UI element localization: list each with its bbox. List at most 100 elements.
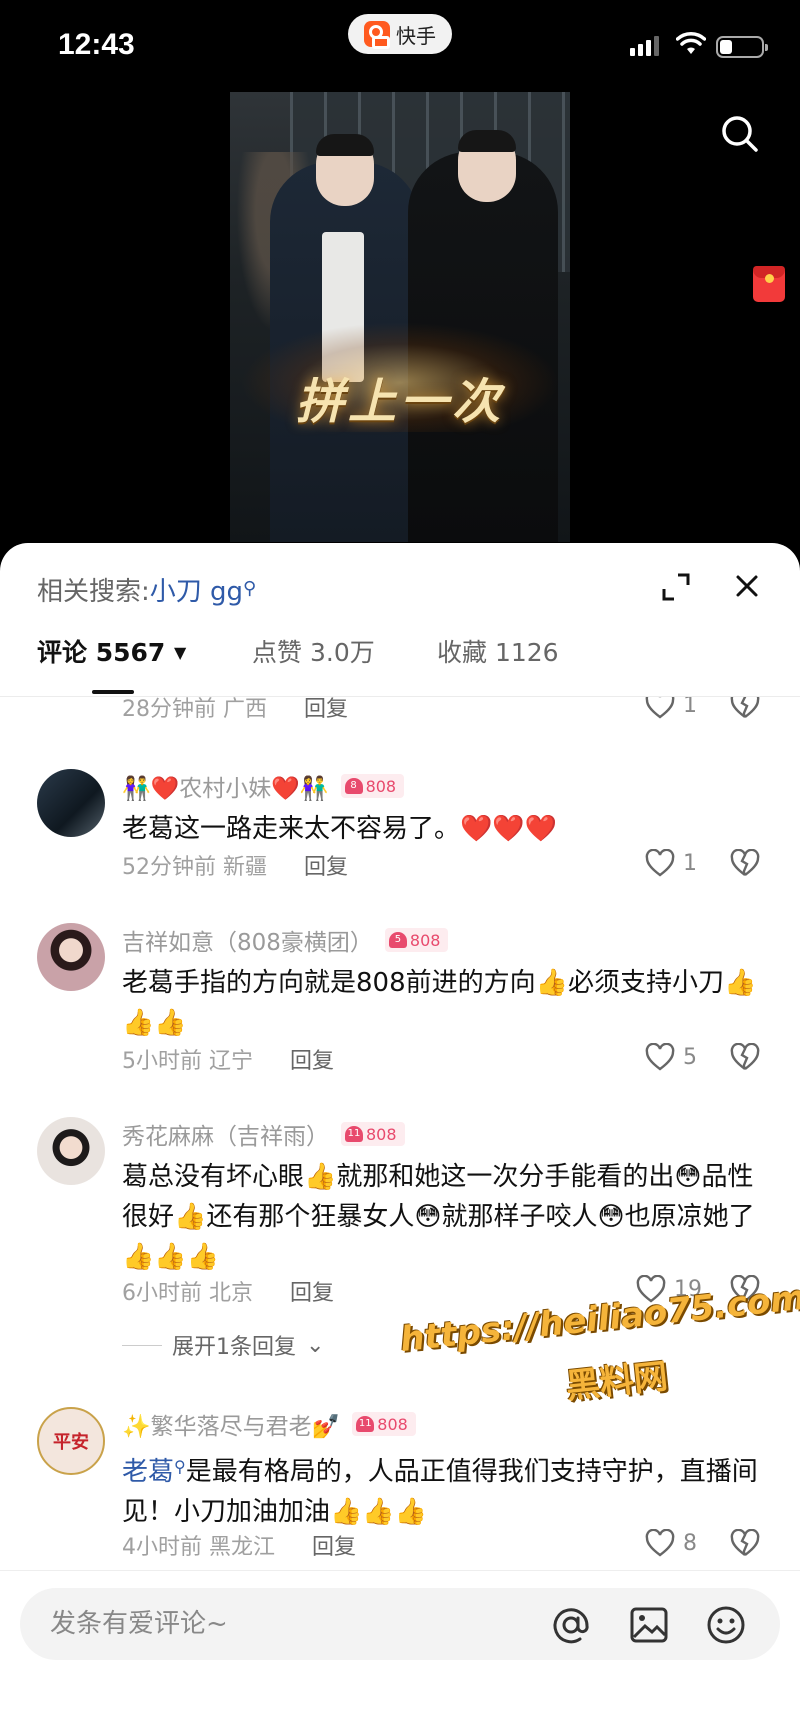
comment-time: 6小时前 (122, 1281, 202, 1306)
comment-author[interactable]: 吉祥如意（808豪横团） (122, 923, 373, 957)
tab-favorites-label: 收藏 (437, 638, 488, 667)
fan-badge-label: 808 (409, 930, 441, 950)
avatar[interactable]: 平安 (37, 1407, 105, 1475)
broken-heart-icon[interactable] (730, 849, 760, 877)
comment-author[interactable]: 秀花麻麻（吉祥雨） (122, 1117, 329, 1151)
related-search[interactable]: 相关搜索:小刀 gg⚲ (37, 571, 256, 608)
comment-author[interactable]: 👫❤️农村小妹❤️👫 (122, 769, 329, 803)
broken-heart-icon[interactable] (730, 1529, 760, 1557)
comment-location: 新疆 (223, 855, 268, 880)
fan-badge[interactable]: 11 808 (352, 1412, 416, 1436)
close-icon[interactable] (730, 569, 764, 603)
wifi-icon (676, 32, 706, 54)
tab-likes[interactable]: 点赞 3.0万 (252, 633, 375, 669)
related-search-label: 相关搜索: (37, 577, 150, 607)
comment-input-container[interactable] (20, 1588, 780, 1660)
fan-badge-label: 808 (377, 1414, 408, 1434)
emoji-icon[interactable] (705, 1604, 747, 1646)
avatar-text: 平安 (53, 1432, 89, 1453)
fan-badge-label: 808 (365, 776, 397, 796)
cellular-signal-icon (630, 36, 659, 56)
comment-meta: 6小时前 北京 回复 (122, 1275, 334, 1307)
expand-replies-button[interactable]: 展开1条回复 ⌄ (122, 1329, 324, 1361)
search-icon[interactable] (720, 114, 760, 154)
like-button[interactable]: 1 (645, 849, 697, 877)
comment-time: 52分钟前 (122, 855, 216, 880)
like-button[interactable]: 8 (645, 1529, 697, 1557)
image-icon[interactable] (628, 1604, 670, 1646)
tab-comments-label: 评论 (37, 638, 88, 667)
red-packet-icon[interactable] (753, 266, 785, 302)
like-count: 8 (683, 1530, 697, 1556)
comment-location: 北京 (209, 1281, 254, 1306)
heart-outline-icon (645, 1529, 675, 1557)
tab-indicator (92, 690, 134, 694)
fan-level: 8 (344, 778, 363, 794)
video-caption: 拼上一次 (295, 374, 504, 430)
reply-button[interactable]: 回复 (304, 855, 348, 880)
fan-level: 11 (345, 1126, 363, 1142)
broken-heart-icon[interactable] (730, 697, 760, 719)
comment-text: 老葛手指的方向就是808前进的方向👍必须支持小刀👍👍👍 (122, 968, 757, 1038)
broken-heart-icon[interactable] (730, 1043, 760, 1071)
comment-location: 辽宁 (209, 1049, 254, 1074)
comment-meta: 28分钟前 广西 回复 (122, 697, 348, 723)
like-count: 5 (683, 1044, 697, 1070)
tab-favorites[interactable]: 收藏 1126 (437, 633, 559, 669)
comment-author-row: 👫❤️农村小妹❤️👫 8 808 (122, 769, 405, 803)
fan-badge[interactable]: 5 808 (384, 928, 449, 952)
comment-time: 28分钟前 (122, 697, 216, 722)
status-time: 12:43 (58, 28, 135, 61)
reply-button[interactable]: 回复 (304, 697, 348, 722)
fan-level: 11 (356, 1416, 375, 1432)
tab-favorites-count: 1126 (494, 638, 559, 667)
video-player[interactable]: 拼上一次 (230, 92, 570, 542)
watermark-text: 黑料网 (564, 1356, 670, 1407)
video-face-left (316, 134, 374, 206)
comment-author-row: ✨繁华落尽与君老💅 11 808 (122, 1407, 416, 1441)
reply-button[interactable]: 回复 (290, 1049, 334, 1074)
battery-icon (716, 36, 768, 58)
heart-outline-icon (645, 697, 675, 719)
comment-meta: 4小时前 黑龙江 回复 (122, 1529, 356, 1561)
comment-input-bar (0, 1570, 800, 1731)
status-bar: 12:43 快手 (0, 0, 800, 90)
avatar[interactable] (37, 1117, 105, 1185)
comment-list[interactable]: 28分钟前 广西 回复 1 👫❤️农村小妹❤️👫 8 808 老葛这一路走来太不容… (0, 697, 800, 1614)
comment-meta: 52分钟前 新疆 回复 (122, 849, 348, 881)
avatar[interactable] (37, 923, 105, 991)
app-name: 快手 (396, 23, 436, 48)
tab-comments[interactable]: 评论 5567 ▼ (37, 633, 186, 669)
comment-text: 老葛这一路走来太不容易了。❤️❤️❤️ (122, 814, 558, 844)
comment-text: 葛总没有坏心眼👍就那和她这一次分手能看的出😳品性很好👍还有那个狂暴女人😳就那样子… (122, 1162, 755, 1272)
like-button[interactable]: 1 (645, 697, 697, 719)
comment-sheet: 相关搜索:小刀 gg⚲ 评论 5567 ▼ 点赞 3.0万 收藏 1126 28… (0, 543, 800, 1731)
comment-location: 广西 (223, 697, 268, 722)
like-count: 1 (683, 697, 697, 718)
search-small-icon: ⚲ (243, 578, 257, 599)
comment-text-body: 是最有格局的，人品正值得我们支持守护，直播间见！小刀加油加油👍👍👍 (122, 1457, 758, 1527)
expand-icon[interactable] (660, 571, 692, 603)
heart-outline-icon (645, 1043, 675, 1071)
fan-badge[interactable]: 11 808 (341, 1122, 405, 1146)
tab-likes-count: 3.0万 (309, 638, 375, 667)
like-button[interactable]: 5 (645, 1043, 697, 1071)
reply-button[interactable]: 回复 (290, 1281, 334, 1306)
caret-down-icon: ▼ (174, 643, 187, 662)
app-indicator[interactable]: 快手 (348, 14, 452, 54)
reply-button[interactable]: 回复 (312, 1535, 356, 1560)
at-icon[interactable] (550, 1604, 592, 1646)
mention-link[interactable]: 老葛 (122, 1457, 174, 1487)
heart-outline-icon (645, 849, 675, 877)
comment-time: 4小时前 (122, 1535, 202, 1560)
related-search-keyword[interactable]: 小刀 gg (150, 577, 243, 607)
video-face-right (458, 130, 516, 202)
tab-likes-label: 点赞 (252, 638, 303, 667)
comment-meta: 5小时前 辽宁 回复 (122, 1043, 334, 1075)
comment-author[interactable]: ✨繁华落尽与君老💅 (122, 1407, 340, 1441)
comment-input[interactable] (50, 1604, 530, 1644)
kuaishou-logo-icon (364, 21, 390, 49)
fan-badge[interactable]: 8 808 (340, 774, 405, 798)
search-small-icon: ⚲ (174, 1457, 186, 1476)
avatar[interactable] (37, 769, 105, 837)
